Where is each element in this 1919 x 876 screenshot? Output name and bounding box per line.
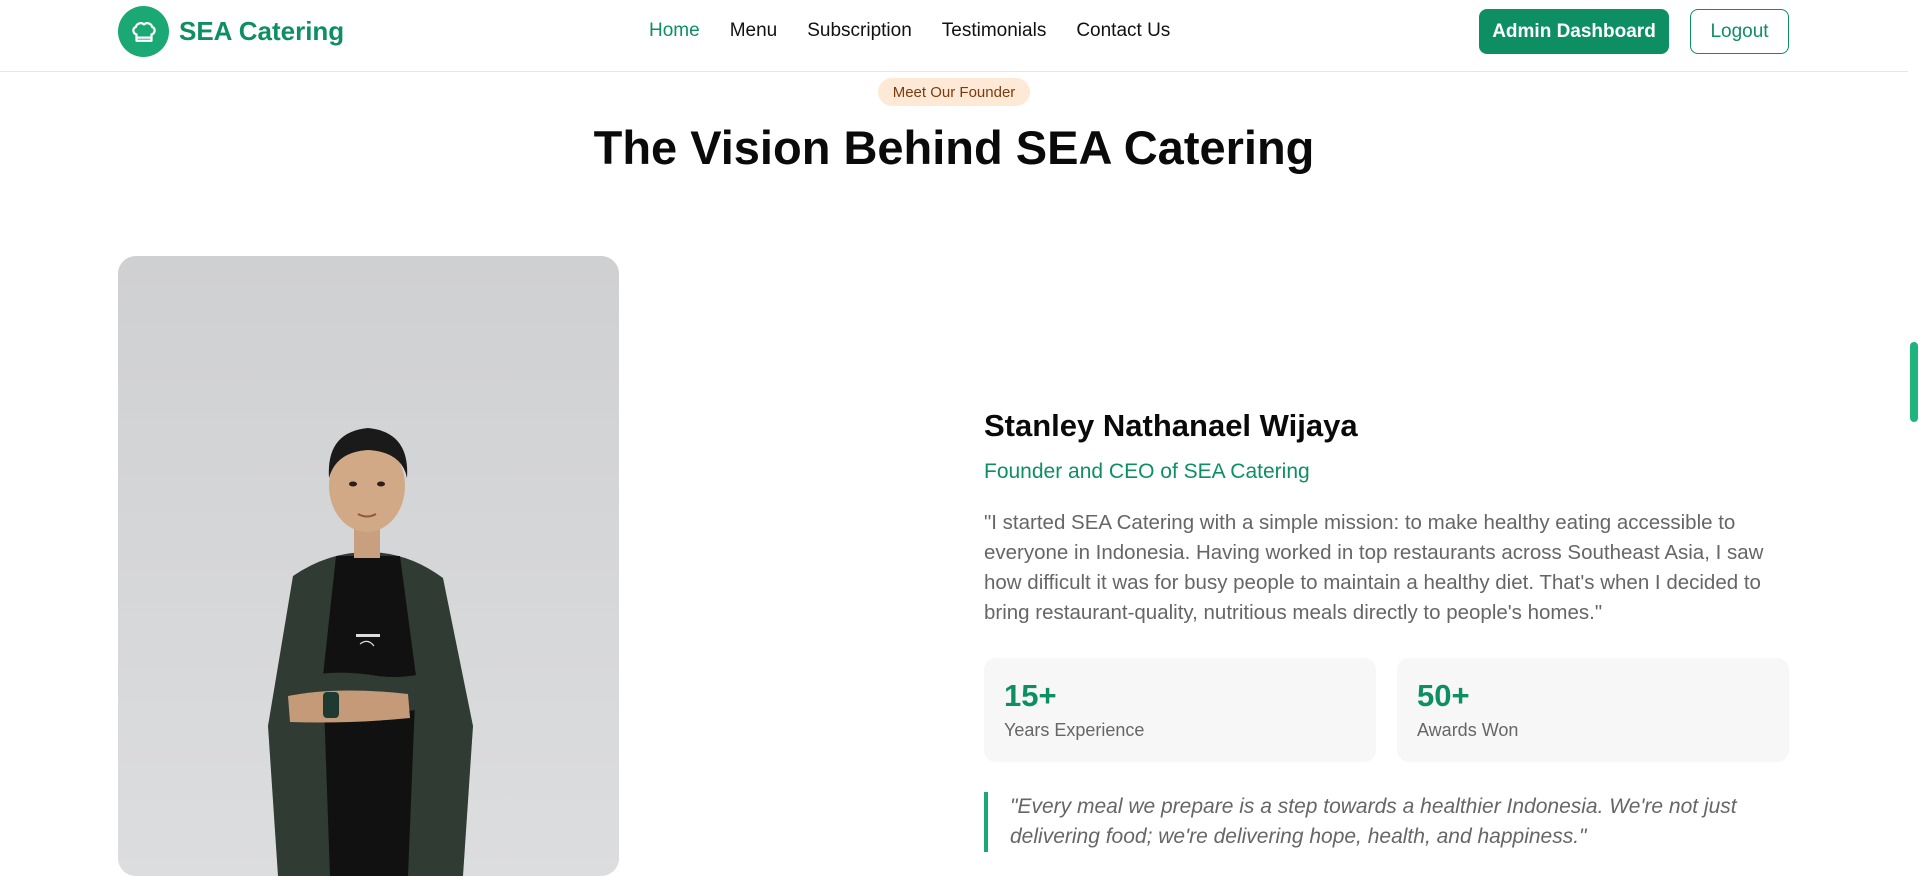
founder-name: Stanley Nathanael Wijaya [984, 408, 1358, 443]
chef-hat-icon [118, 6, 169, 57]
nav-link-home[interactable]: Home [649, 20, 700, 42]
admin-dashboard-button[interactable]: Admin Dashboard [1479, 9, 1669, 54]
brand-name: SEA Catering [179, 16, 345, 46]
scrollbar-track[interactable] [1908, 0, 1919, 853]
stat-card-experience: 15+ Years Experience [984, 658, 1376, 762]
brand[interactable]: SEA Catering [118, 6, 344, 57]
founder-quote: "Every meal we prepare is a step towards… [984, 792, 1802, 852]
nav-link-testimonials[interactable]: Testimonials [942, 20, 1047, 42]
founder-photo [118, 256, 619, 876]
stat-label: Awards Won [1417, 720, 1519, 740]
stat-value: 15+ [1004, 678, 1057, 713]
section-title: The Vision Behind SEA Catering [593, 121, 1315, 174]
founder-bio: "I started SEA Catering with a simple mi… [984, 511, 1764, 624]
founder-role: Founder and CEO of SEA Catering [984, 460, 1310, 483]
stat-card-awards: 50+ Awards Won [1397, 658, 1789, 762]
nav-links: Home Menu Subscription Testimonials Cont… [649, 20, 1200, 42]
nav-link-menu[interactable]: Menu [730, 20, 778, 42]
logout-button[interactable]: Logout [1690, 9, 1789, 54]
navbar: SEA Catering Home Menu Subscription Test… [0, 0, 1908, 72]
stat-value: 50+ [1417, 678, 1470, 713]
nav-link-contact-us[interactable]: Contact Us [1076, 20, 1170, 42]
nav-link-subscription[interactable]: Subscription [807, 20, 912, 42]
stat-label: Years Experience [1004, 720, 1145, 740]
section-badge: Meet Our Founder [878, 78, 1030, 106]
scrollbar-thumb[interactable] [1910, 342, 1918, 422]
